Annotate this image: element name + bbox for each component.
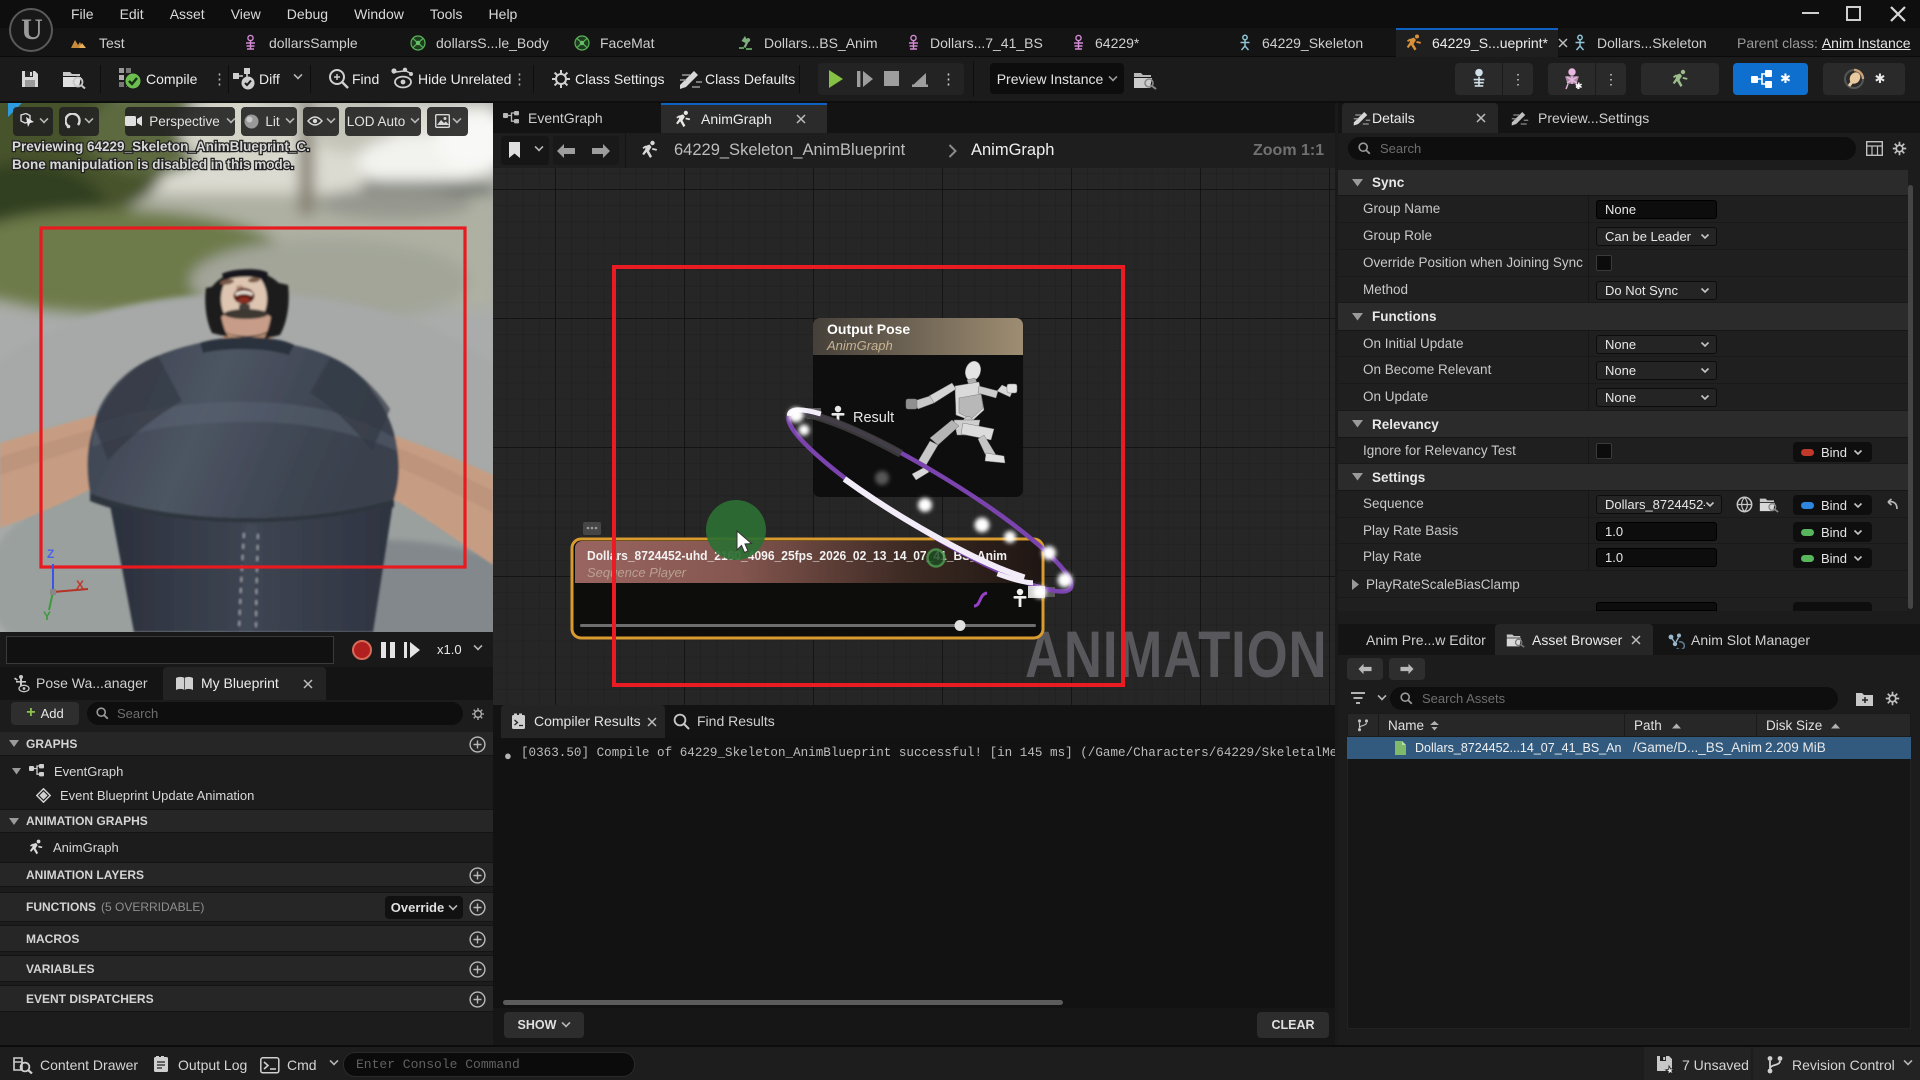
svg-text:Output Pose: Output Pose <box>827 321 910 337</box>
svg-text:Previewing 64229_Skeleton_Anim: Previewing 64229_Skeleton_AnimBlueprint_… <box>12 139 310 154</box>
svg-text:Z: Z <box>47 547 54 561</box>
svg-text:Sequence Player: Sequence Player <box>587 565 687 580</box>
svg-text:X: X <box>76 578 84 592</box>
svg-text:Result: Result <box>853 410 894 426</box>
svg-text:Y: Y <box>43 609 51 623</box>
svg-text:Bone manipulation is disabled: Bone manipulation is disabled in this mo… <box>12 157 294 172</box>
svg-text:✱: ✱ <box>1575 81 1582 90</box>
svg-text:AnimGraph: AnimGraph <box>826 338 893 353</box>
